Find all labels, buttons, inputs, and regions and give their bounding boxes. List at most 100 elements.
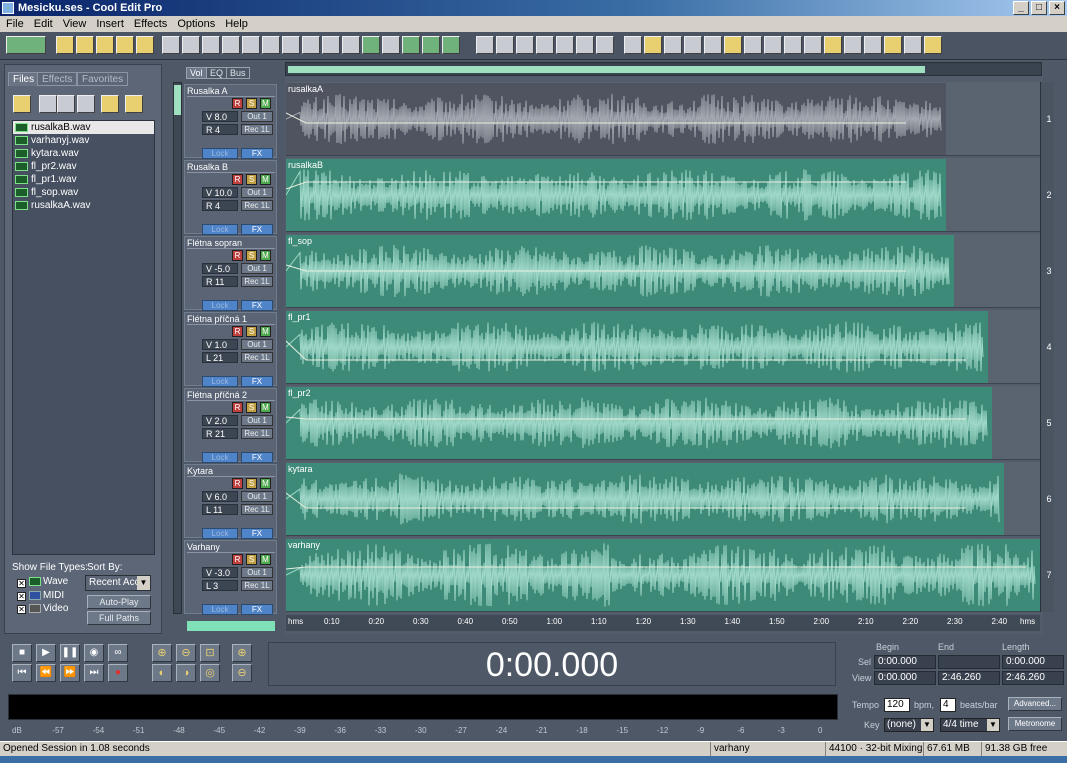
copy-icon[interactable] xyxy=(182,36,200,54)
record-input-button[interactable]: Rec 1L xyxy=(241,580,273,591)
audio-clip[interactable]: fl_pr1 xyxy=(286,311,988,383)
marker-icon[interactable] xyxy=(596,36,614,54)
record-arm-button[interactable]: R xyxy=(232,326,243,337)
view-begin-field[interactable]: 0:00.000 xyxy=(874,671,936,685)
menu-insert[interactable]: Insert xyxy=(92,16,128,32)
track-name[interactable]: Flétna sopran xyxy=(187,238,275,249)
record-input-button[interactable]: Rec 1L xyxy=(241,124,273,135)
beats-field[interactable]: 4 xyxy=(940,698,956,712)
auto-play-button[interactable]: Auto-Play xyxy=(87,595,151,609)
record-arm-button[interactable]: R xyxy=(232,98,243,109)
lock-button[interactable]: Lock xyxy=(202,224,238,235)
save-all-icon[interactable] xyxy=(136,36,154,54)
stop-icon[interactable]: ■ xyxy=(12,644,32,662)
silence-icon[interactable] xyxy=(302,36,320,54)
play-icon[interactable]: ▶ xyxy=(36,644,56,662)
video-type-checkbox[interactable]: ✕ xyxy=(17,605,26,614)
record-input-button[interactable]: Rec 1L xyxy=(241,276,273,287)
open-folder-icon[interactable] xyxy=(13,95,31,113)
bpm-icon[interactable] xyxy=(556,36,574,54)
audio-clip[interactable]: kytara xyxy=(286,463,1004,535)
wave-type-checkbox[interactable]: ✕ xyxy=(17,579,26,588)
help-file-icon[interactable] xyxy=(125,95,143,113)
record-input-button[interactable]: Rec 1L xyxy=(241,352,273,363)
output-button[interactable]: Out 1 xyxy=(241,567,273,578)
zoom-left-icon[interactable]: ◐ xyxy=(152,664,172,682)
pan-field[interactable]: R 4 xyxy=(202,124,238,135)
open-append-icon[interactable] xyxy=(96,36,114,54)
solo-button[interactable]: S xyxy=(246,478,257,489)
amplify-icon[interactable] xyxy=(362,36,380,54)
volume-field[interactable]: V 10.0 xyxy=(202,187,238,198)
output-button[interactable]: Out 1 xyxy=(241,263,273,274)
normalize-icon[interactable] xyxy=(382,36,400,54)
delay-icon[interactable] xyxy=(496,36,514,54)
track-lane[interactable]: kytara xyxy=(286,462,1040,536)
view-toolbar-icon[interactable] xyxy=(844,36,862,54)
scrollbar-thumb[interactable] xyxy=(174,85,181,115)
time-signature-select[interactable]: 4/4 time ▼ xyxy=(940,718,1000,732)
mute-button[interactable]: M xyxy=(260,326,271,337)
zoom-right-icon[interactable]: ◑ xyxy=(176,664,196,682)
pan-field[interactable]: L 11 xyxy=(202,504,238,515)
record-arm-button[interactable]: R xyxy=(232,478,243,489)
envelope-icon[interactable] xyxy=(402,36,420,54)
record-arm-button[interactable]: R xyxy=(232,554,243,565)
record-input-button[interactable]: Rec 1L xyxy=(241,428,273,439)
sel-end-field[interactable] xyxy=(938,655,1000,669)
audio-clip[interactable]: rusalkaB xyxy=(286,159,946,231)
sel-length-field[interactable]: 0:00.000 xyxy=(1002,655,1064,669)
mute-button[interactable]: M xyxy=(260,402,271,413)
view-meters-icon[interactable] xyxy=(684,36,702,54)
settings-icon[interactable] xyxy=(884,36,902,54)
help-icon[interactable] xyxy=(924,36,942,54)
fast-forward-icon[interactable]: ⏩ xyxy=(60,664,80,682)
tempo-field[interactable]: 120 xyxy=(884,698,910,712)
fx-button[interactable]: FX xyxy=(241,376,273,387)
solo-button[interactable]: S xyxy=(246,326,257,337)
output-button[interactable]: Out 1 xyxy=(241,415,273,426)
fx-button[interactable]: FX xyxy=(241,452,273,463)
record-icon[interactable]: ● xyxy=(108,664,128,682)
tab-vol[interactable]: Vol xyxy=(186,67,207,79)
view-status-icon[interactable] xyxy=(824,36,842,54)
record-arm-button[interactable]: R xyxy=(232,250,243,261)
fx-icon[interactable] xyxy=(536,36,554,54)
audio-clip[interactable]: rusalkaA xyxy=(286,83,946,155)
fx-button[interactable]: FX xyxy=(241,604,273,615)
menu-help[interactable]: Help xyxy=(221,16,252,32)
fx-button[interactable]: FX xyxy=(241,224,273,235)
view-grid-icon[interactable] xyxy=(804,36,822,54)
open-file-icon[interactable] xyxy=(76,36,94,54)
view-cues-icon[interactable] xyxy=(704,36,722,54)
pan-field[interactable]: R 11 xyxy=(202,276,238,287)
file-item[interactable]: varhanyj.wav xyxy=(13,134,154,147)
file-item[interactable]: rusalkaB.wav xyxy=(13,121,154,134)
track-name[interactable]: Flétna příčná 2 xyxy=(187,390,275,401)
lock-button[interactable]: Lock xyxy=(202,528,238,539)
track-name[interactable]: Rusalka B xyxy=(187,162,275,173)
sel-begin-field[interactable]: 0:00.000 xyxy=(874,655,936,669)
key-select[interactable]: (none) ▼ xyxy=(884,718,934,732)
cut-icon[interactable] xyxy=(202,36,220,54)
track-lane[interactable]: fl_pr2 xyxy=(286,386,1040,460)
lock-button[interactable]: Lock xyxy=(202,300,238,311)
trim-icon[interactable] xyxy=(262,36,280,54)
file-item[interactable]: fl_sop.wav xyxy=(13,186,154,199)
file-item[interactable]: rusalkaA.wav xyxy=(13,199,154,212)
track-lane[interactable]: varhany xyxy=(286,538,1040,612)
solo-button[interactable]: S xyxy=(246,554,257,565)
tab-eq[interactable]: EQ xyxy=(206,67,228,79)
track-lane[interactable]: fl_sop xyxy=(286,234,1040,308)
midi-icon[interactable] xyxy=(904,36,922,54)
record-input-button[interactable]: Rec 1L xyxy=(241,504,273,515)
wet-dry-icon[interactable] xyxy=(516,36,534,54)
full-paths-button[interactable]: Full Paths xyxy=(87,611,151,625)
tab-favorites[interactable]: Favorites xyxy=(77,72,129,86)
output-button[interactable]: Out 1 xyxy=(241,187,273,198)
minimize-button[interactable]: _ xyxy=(1013,1,1029,15)
mute-button[interactable]: M xyxy=(260,554,271,565)
solo-button[interactable]: S xyxy=(246,250,257,261)
track-lane[interactable]: fl_pr1 xyxy=(286,310,1040,384)
advanced-button[interactable]: Advanced... xyxy=(1008,697,1062,711)
